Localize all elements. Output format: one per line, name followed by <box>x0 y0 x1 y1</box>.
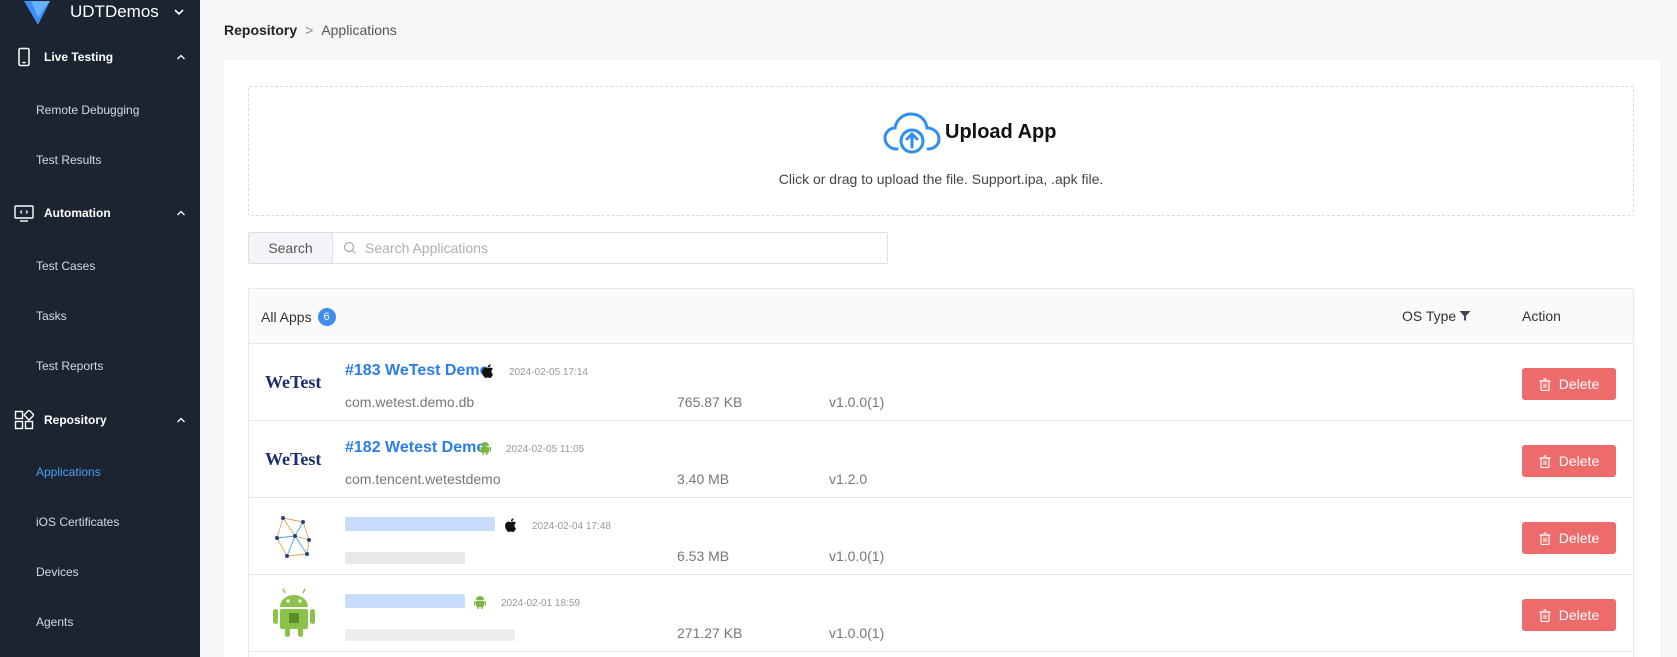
apple-icon <box>482 364 493 378</box>
app-version: v1.2.0 <box>829 471 868 487</box>
app-name-link[interactable]: #183 WeTest Demo <box>345 362 489 380</box>
nav-group-label: Repository <box>44 413 107 427</box>
file-size: 765.87 KB <box>677 394 743 410</box>
breadcrumb-root[interactable]: Repository <box>224 22 297 38</box>
upload-title: Upload App <box>945 121 1057 143</box>
sidebar: UDTDemos Live Testing Remote Debugging T… <box>0 0 200 657</box>
code-monitor-icon <box>14 205 34 222</box>
upload-dropzone[interactable]: Upload App Click or drag to upload the f… <box>248 86 1634 216</box>
sidebar-item-agents[interactable]: Agents <box>36 612 73 632</box>
apple-icon <box>505 518 516 532</box>
delete-button[interactable]: Delete <box>1522 445 1616 477</box>
android-icon <box>474 596 486 609</box>
logo-text: WeTest <box>265 372 321 392</box>
delete-label: Delete <box>1558 453 1600 469</box>
applications-card: Upload App Click or drag to upload the f… <box>224 60 1660 657</box>
trash-icon <box>1539 377 1551 391</box>
cloud-upload-icon <box>883 112 941 154</box>
sidebar-item-test-results[interactable]: Test Results <box>36 150 101 170</box>
all-apps-label: All Apps <box>261 309 312 325</box>
delete-button[interactable]: Delete <box>1522 368 1616 400</box>
app-version: v1.0.0(1) <box>829 548 885 564</box>
delete-button[interactable]: Delete <box>1522 599 1616 631</box>
file-size: 6.53 MB <box>677 548 730 564</box>
logo-text: WeTest <box>265 449 321 469</box>
file-size: 271.27 KB <box>677 625 743 641</box>
phone-icon <box>18 47 30 67</box>
upload-hint: Click or drag to upload the file. Suppor… <box>778 171 1104 187</box>
app-name-link[interactable]: #182 Wetest Demo <box>345 439 486 457</box>
redacted-app-name[interactable] <box>345 517 495 531</box>
nav-group-live-testing[interactable]: Live Testing <box>0 37 200 77</box>
chevron-up-icon <box>177 417 185 423</box>
upload-date: 2024-02-05 17:14 <box>509 367 588 378</box>
trash-icon <box>1539 608 1551 622</box>
search-bar: Search <box>248 232 888 264</box>
table-row: WeTest #182 Wetest Demo 2024-02-05 11:05… <box>249 421 1633 498</box>
os-type-label: OS Type <box>1402 308 1457 324</box>
table-row: 2024-02-04 17:48 6.53 MB v1.0.0(1) Delet… <box>249 498 1633 575</box>
nav-group-label: Automation <box>44 206 111 220</box>
trash-icon <box>1539 531 1551 545</box>
table-row: WeTest #183 WeTest Demo 2024-02-05 17:14… <box>249 344 1633 421</box>
nav-group-repository[interactable]: Repository <box>0 400 200 440</box>
nav-group-automation[interactable]: Automation <box>0 193 200 233</box>
search-icon <box>343 241 356 254</box>
chevron-down-icon <box>174 9 184 16</box>
search-input[interactable] <box>365 233 875 263</box>
delete-label: Delete <box>1558 607 1600 623</box>
redacted-package-name <box>345 629 515 641</box>
search-box <box>332 232 888 264</box>
sidebar-item-test-cases[interactable]: Test Cases <box>36 256 95 276</box>
app-version: v1.0.0(1) <box>829 394 885 410</box>
delete-label: Delete <box>1558 376 1600 392</box>
app-logo-wetest: WeTest <box>265 449 321 469</box>
brand-logo-icon <box>24 1 50 25</box>
delete-button[interactable]: Delete <box>1522 522 1616 554</box>
chevron-up-icon <box>177 54 185 60</box>
redacted-app-name[interactable] <box>345 594 465 608</box>
count-badge: 6 <box>317 308 336 326</box>
file-size: 3.40 MB <box>677 471 730 487</box>
breadcrumb: Repository > Applications <box>224 22 397 38</box>
upload-date: 2024-02-04 17:48 <box>532 521 611 532</box>
table-row: 2024-02-01 18:59 271.27 KB v1.0.0(1) Del… <box>249 575 1633 652</box>
nav-group-label: Live Testing <box>44 50 114 64</box>
table-header: All Apps 6 OS Type Action <box>249 289 1633 344</box>
search-button[interactable]: Search <box>248 232 332 264</box>
all-apps-header: All Apps 6 <box>261 308 336 326</box>
app-logo-network <box>275 516 311 558</box>
app-version: v1.0.0(1) <box>829 625 885 641</box>
redacted-package-name <box>345 552 465 564</box>
trash-icon <box>1539 454 1551 468</box>
upload-date: 2024-02-05 11:05 <box>506 444 585 455</box>
upload-date: 2024-02-01 18:59 <box>501 598 580 609</box>
chevron-up-icon <box>177 210 185 216</box>
breadcrumb-current: Applications <box>321 22 397 38</box>
sidebar-item-devices[interactable]: Devices <box>36 562 79 582</box>
grid-icon <box>14 410 34 430</box>
breadcrumb-separator: > <box>305 22 314 38</box>
package-name: com.wetest.demo.db <box>345 394 475 410</box>
app-logo-wetest: WeTest <box>265 372 321 392</box>
package-name: com.tencent.wetestdemo <box>345 471 501 487</box>
applications-table: All Apps 6 OS Type Action WeTest #183 We… <box>248 288 1634 657</box>
sidebar-item-tasks[interactable]: Tasks <box>36 306 67 326</box>
android-icon <box>479 442 491 455</box>
delete-label: Delete <box>1558 530 1600 546</box>
sidebar-item-ios-certificates[interactable]: iOS Certificates <box>36 512 119 532</box>
sidebar-item-applications[interactable]: Applications <box>36 462 101 482</box>
workspace-name: UDTDemos <box>70 2 159 21</box>
sidebar-item-test-reports[interactable]: Test Reports <box>36 356 103 376</box>
os-type-filter[interactable]: OS Type <box>1402 308 1471 324</box>
workspace-switcher[interactable]: UDTDemos <box>22 0 185 30</box>
app-logo-android <box>273 588 315 637</box>
filter-icon <box>1459 311 1471 321</box>
sidebar-item-remote-debugging[interactable]: Remote Debugging <box>36 100 139 120</box>
action-header: Action <box>1522 308 1561 324</box>
